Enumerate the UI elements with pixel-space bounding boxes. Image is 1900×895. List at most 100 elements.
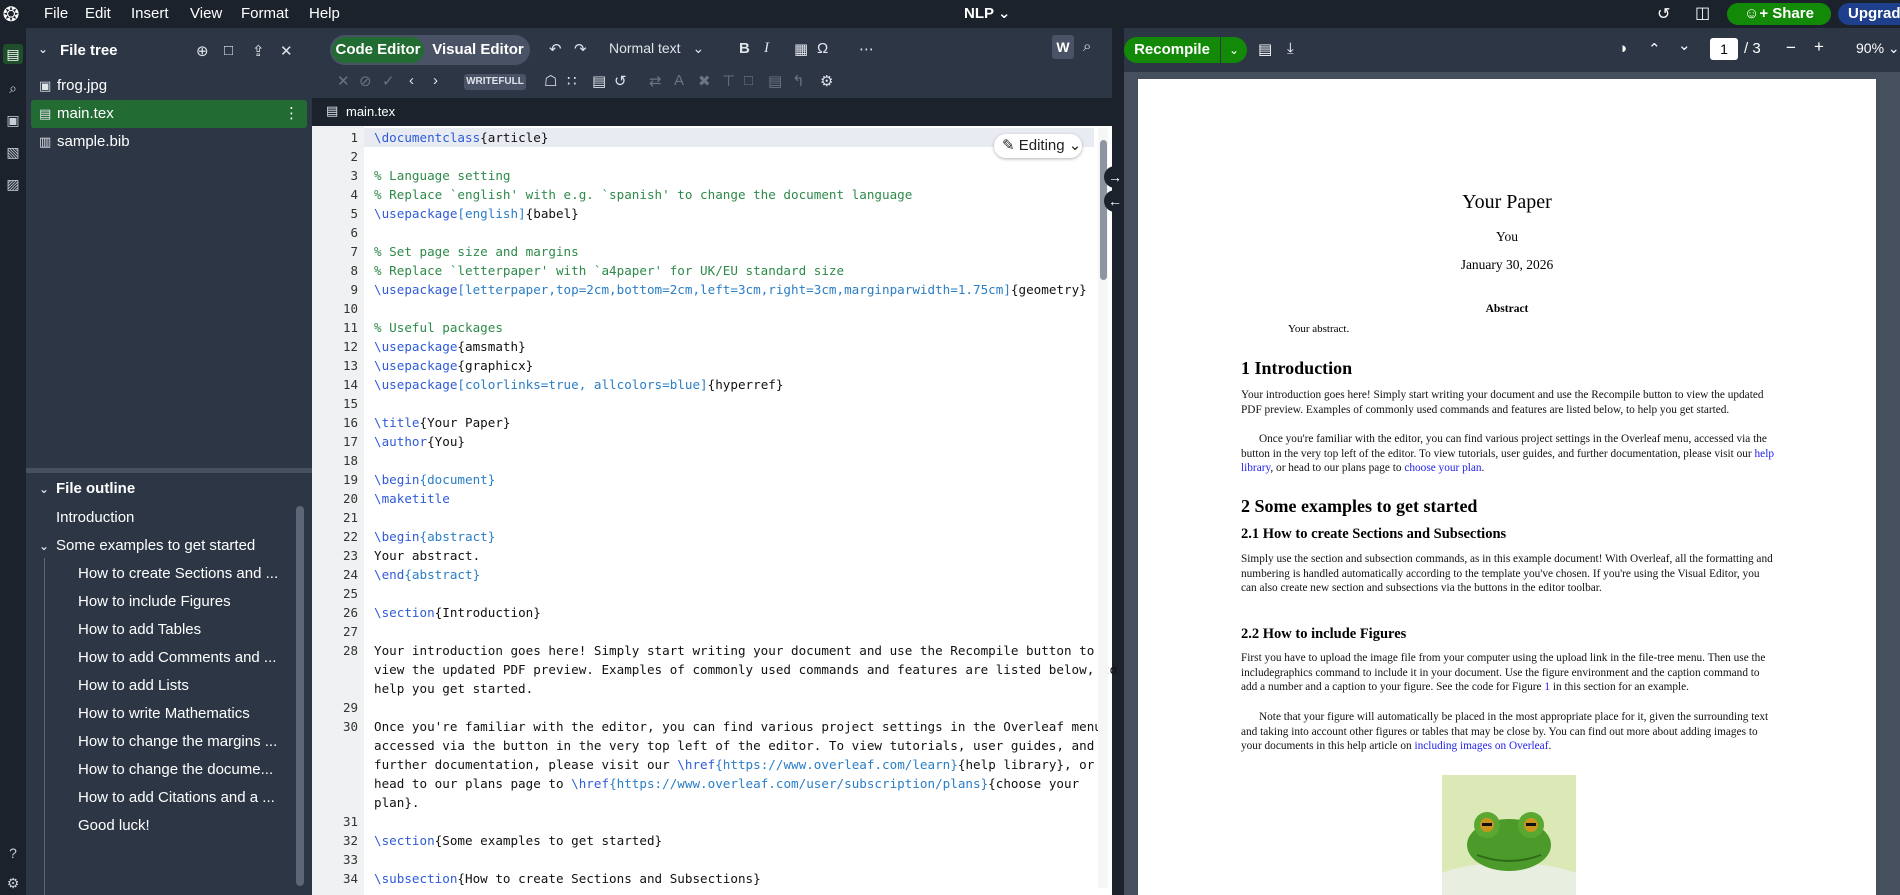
italic-icon[interactable]: I	[764, 40, 769, 57]
subsection-heading: 2.1 How to create Sections and Subsectio…	[1241, 526, 1507, 542]
file-item-frog[interactable]: ▣ frog.jpg	[31, 72, 307, 100]
outline-chevron-icon[interactable]: ⌄	[39, 539, 49, 553]
panel-resize-handle[interactable]	[26, 468, 312, 473]
arrow-right-icon[interactable]: →	[1104, 166, 1126, 188]
new-file-icon[interactable]: ⊕	[196, 42, 209, 60]
robot-icon[interactable]: ☖	[544, 72, 557, 90]
outline-scrollbar[interactable]	[296, 506, 304, 886]
more-options-icon[interactable]: ⋮	[284, 100, 299, 128]
collapse-chevron-icon[interactable]: ⌄	[38, 42, 48, 56]
outline-item[interactable]: How to include Figures	[78, 593, 231, 610]
line-number: 22	[342, 529, 358, 544]
outline-item[interactable]: How to change the docume...	[78, 761, 273, 778]
page-number-input[interactable]: 1	[1710, 38, 1738, 60]
editing-mode-dropdown[interactable]: ✎ Editing ⌄	[994, 134, 1082, 158]
choose-plan-link[interactable]: choose your plan	[1404, 462, 1481, 474]
menu-help[interactable]: Help	[309, 0, 340, 28]
layout-icon[interactable]: ◫	[1695, 3, 1710, 23]
bold-icon[interactable]: B	[739, 40, 750, 57]
translate-icon: Α	[674, 72, 685, 89]
outline-item[interactable]: Some examples to get started	[56, 537, 255, 554]
gear-icon[interactable]: ⚙	[820, 72, 833, 90]
outline-item[interactable]: Good luck!	[78, 817, 150, 834]
chat-icon[interactable]: ▨	[3, 174, 23, 194]
text-style-dropdown[interactable]: Normal text ⌄	[609, 40, 704, 57]
outline-item[interactable]: How to create Sections and ...	[78, 565, 278, 582]
more-icon[interactable]: ⋯	[859, 40, 874, 58]
paragraph: First you have to upload the image file …	[1241, 652, 1766, 694]
history-icon[interactable]: ↺	[614, 72, 627, 90]
integrations-icon[interactable]: ▣	[3, 110, 23, 130]
document-icon[interactable]: ▤	[592, 72, 606, 90]
writefull-badge[interactable]: WRITEFULL	[464, 74, 526, 90]
upgrade-button[interactable]: Upgrade	[1838, 3, 1900, 25]
menu-edit[interactable]: Edit	[85, 0, 111, 28]
zoom-in-icon[interactable]: +	[1814, 37, 1824, 57]
outline-item[interactable]: How to write Mathematics	[78, 705, 250, 722]
line-number: 23	[342, 548, 358, 563]
outline-chevron-icon[interactable]: ⌄	[39, 482, 49, 496]
zoom-dropdown[interactable]: 90% ⌄	[1856, 40, 1900, 57]
file-tree-rail-icon[interactable]: ▤	[3, 44, 23, 64]
menu-insert[interactable]: Insert	[131, 0, 169, 28]
help-icon[interactable]: ?	[3, 843, 23, 863]
share-button[interactable]: ☺+ Share	[1727, 3, 1831, 25]
symbol-omega-icon[interactable]: Ω	[817, 40, 828, 57]
logs-icon[interactable]: ▤	[1258, 40, 1272, 58]
code-line: further documentation, please visit our …	[374, 757, 1095, 772]
chevron-left-icon[interactable]: ‹	[409, 72, 414, 89]
arrow-left-icon[interactable]: ←	[1104, 190, 1126, 212]
search-icon[interactable]: ⌕	[1083, 38, 1091, 55]
outline-item[interactable]: How to add Citations and a ...	[78, 789, 275, 806]
tab-main-tex[interactable]: main.tex	[346, 104, 395, 119]
code-line: head to our plans page to \href{https://…	[374, 776, 1080, 791]
paragraph: Once you're familiar with the editor, yo…	[1241, 433, 1774, 475]
outline-item[interactable]: How to change the margins ...	[78, 733, 277, 750]
writefull-w-icon[interactable]: W	[1052, 35, 1074, 59]
outline-item[interactable]: How to add Lists	[78, 677, 189, 694]
editor-scrollbar-thumb[interactable]	[1100, 140, 1107, 280]
code-editor-button[interactable]: Code Editor	[332, 37, 424, 63]
upload-icon[interactable]: ⇪	[252, 42, 265, 60]
search-icon[interactable]: ⌕	[3, 78, 23, 98]
chevron-down-icon[interactable]: ⌄	[1678, 36, 1691, 54]
overleaf-logo-icon[interactable]: ❂	[0, 2, 22, 26]
outline-item[interactable]: How to add Comments and ...	[78, 649, 276, 666]
history-icon[interactable]: ↺	[1657, 4, 1670, 24]
code-line: % Language setting	[374, 168, 511, 183]
new-folder-icon[interactable]: □	[224, 42, 233, 59]
redo-icon[interactable]: ↷	[574, 40, 587, 58]
close-icon[interactable]: ✕	[280, 42, 293, 60]
recompile-dropdown-chevron-icon[interactable]: ⌄	[1221, 37, 1247, 63]
review-icon[interactable]: ▧	[3, 142, 23, 162]
menu-view[interactable]: View	[190, 0, 222, 28]
zoom-out-icon[interactable]: −	[1786, 38, 1796, 58]
file-outline-title: File outline	[56, 480, 136, 497]
undo-icon[interactable]: ↶	[549, 40, 562, 58]
download-icon[interactable]: ⤓	[1287, 40, 1294, 57]
outline-item[interactable]: Introduction	[56, 509, 134, 526]
line-number: 18	[342, 453, 358, 468]
menu-file[interactable]: File	[44, 0, 68, 28]
outline-item[interactable]: How to add Tables	[78, 621, 201, 638]
table-icon[interactable]: ▦	[794, 40, 808, 58]
line-number: 19	[342, 472, 358, 487]
chevron-up-icon[interactable]: ⌃	[1648, 40, 1661, 58]
visual-editor-button[interactable]: Visual Editor	[430, 37, 526, 63]
code-line: \maketitle	[374, 491, 450, 506]
top-menu-bar: ❂ File Edit Insert View Format Help NLP …	[0, 0, 1900, 28]
menu-format[interactable]: Format	[241, 0, 289, 28]
project-name-dropdown[interactable]: NLP ⌄	[964, 0, 1010, 28]
code-line: \usepackage{graphicx}	[374, 358, 534, 373]
settings-gear-icon[interactable]: ⚙	[3, 873, 23, 893]
including-images-link[interactable]: including images on Overleaf	[1415, 740, 1549, 752]
file-item-main-tex[interactable]: ▤ main.tex ⋮	[31, 100, 307, 128]
paper-author: You	[1496, 229, 1518, 244]
recompile-button[interactable]: Recompile	[1124, 37, 1220, 63]
contrast-icon[interactable]: ◑	[1618, 40, 1627, 57]
code-editor[interactable]: 1 2 3 4 5 6 7 8 9 10 11 12 13 14 15 16 17 18 19 20 21 22 23 24 2…	[312, 126, 1117, 895]
chevron-right-icon[interactable]: ›	[433, 72, 438, 89]
file-item-sample-bib[interactable]: ▥ sample.bib	[31, 128, 307, 156]
paraphrase-icon: ⇄	[649, 73, 662, 90]
dots-icon[interactable]: ∷	[567, 72, 577, 90]
